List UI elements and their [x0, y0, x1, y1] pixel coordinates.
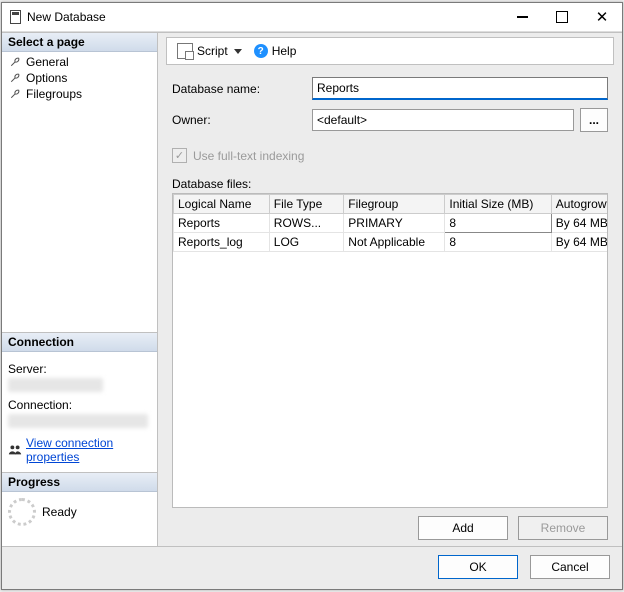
client-area: Select a page General Options	[2, 32, 622, 546]
server-value	[8, 378, 103, 392]
cell-autogrowth[interactable]: By 64 MB, Unlimited	[551, 233, 608, 252]
left-pane: Select a page General Options	[2, 33, 158, 546]
maximize-button[interactable]	[542, 3, 582, 31]
right-pane: Script ? Help Database name: Owner: ...	[158, 33, 622, 546]
select-page-header: Select a page	[2, 33, 157, 52]
cell-file-type[interactable]: LOG	[269, 233, 344, 252]
connection-label: Connection:	[8, 398, 151, 412]
table-row[interactable]: Reports ROWS... PRIMARY 8 By 64 MB, Unli…	[174, 214, 609, 233]
progress-section: Progress Ready	[2, 472, 157, 546]
server-label: Server:	[8, 362, 151, 376]
dialog-footer: OK Cancel	[2, 546, 622, 589]
connection-value	[8, 414, 148, 428]
database-files-grid[interactable]: Logical Name File Type Filegroup Initial…	[172, 193, 608, 508]
page-item-label: Options	[26, 71, 67, 85]
connection-section: Connection Server: Connection: View conn…	[2, 332, 157, 472]
fulltext-label: Use full-text indexing	[193, 149, 304, 163]
form-area: Database name: Owner: ... ✓ Use full-tex…	[166, 65, 614, 540]
database-name-label: Database name:	[172, 82, 312, 96]
window-title: New Database	[27, 10, 502, 24]
col-logical-name[interactable]: Logical Name	[174, 195, 270, 214]
view-connection-properties-link[interactable]: View connection properties	[26, 436, 151, 464]
titlebar: New Database ✕	[2, 3, 622, 32]
cell-initial-size[interactable]: 8	[445, 214, 551, 233]
cell-autogrowth[interactable]: By 64 MB, Unlimited	[551, 214, 608, 233]
wrench-icon	[8, 87, 22, 101]
wrench-icon	[8, 71, 22, 85]
chevron-down-icon[interactable]	[234, 49, 242, 54]
cell-filegroup[interactable]: Not Applicable	[344, 233, 445, 252]
owner-label: Owner:	[172, 113, 312, 127]
help-icon: ?	[254, 44, 268, 58]
script-icon	[177, 43, 193, 59]
fulltext-checkbox-row: ✓ Use full-text indexing	[172, 148, 608, 163]
cell-initial-size[interactable]: 8	[445, 233, 551, 252]
script-label: Script	[197, 44, 228, 58]
close-button[interactable]: ✕	[582, 3, 622, 31]
page-item-label: General	[26, 55, 69, 69]
remove-button: Remove	[518, 516, 608, 540]
owner-browse-button[interactable]: ...	[580, 108, 608, 132]
database-files-label: Database files:	[172, 177, 608, 191]
page-list: General Options Filegroups	[2, 52, 157, 110]
page-item-label: Filegroups	[26, 87, 82, 101]
database-name-input[interactable]	[312, 77, 608, 100]
help-button[interactable]: ? Help	[250, 43, 301, 59]
cell-logical-name[interactable]: Reports_log	[174, 233, 270, 252]
table-header-row: Logical Name File Type Filegroup Initial…	[174, 195, 609, 214]
toolbar: Script ? Help	[166, 37, 614, 65]
dialog-window: New Database ✕ Select a page General	[1, 2, 623, 590]
cell-filegroup[interactable]: PRIMARY	[344, 214, 445, 233]
page-item-general[interactable]: General	[2, 54, 157, 70]
ok-button[interactable]: OK	[438, 555, 518, 579]
table-row[interactable]: Reports_log LOG Not Applicable 8 By 64 M…	[174, 233, 609, 252]
script-button[interactable]: Script	[173, 42, 246, 60]
help-label: Help	[272, 44, 297, 58]
add-button[interactable]: Add	[418, 516, 508, 540]
wrench-icon	[8, 55, 22, 69]
cell-logical-name[interactable]: Reports	[174, 214, 270, 233]
owner-input[interactable]	[312, 109, 574, 131]
connection-header: Connection	[2, 333, 157, 352]
page-item-options[interactable]: Options	[2, 70, 157, 86]
people-icon	[8, 443, 22, 457]
col-autogrowth[interactable]: Autogrowth / Maxsize	[551, 195, 608, 214]
progress-status: Ready	[42, 505, 77, 519]
progress-spinner-icon	[8, 498, 36, 526]
progress-header: Progress	[2, 473, 157, 492]
fulltext-checkbox: ✓	[172, 148, 187, 163]
col-file-type[interactable]: File Type	[269, 195, 344, 214]
page-item-filegroups[interactable]: Filegroups	[2, 86, 157, 102]
cancel-button[interactable]: Cancel	[530, 555, 610, 579]
col-filegroup[interactable]: Filegroup	[344, 195, 445, 214]
database-icon	[10, 10, 21, 24]
minimize-button[interactable]	[502, 3, 542, 31]
col-initial-size[interactable]: Initial Size (MB)	[445, 195, 551, 214]
cell-file-type[interactable]: ROWS...	[269, 214, 344, 233]
